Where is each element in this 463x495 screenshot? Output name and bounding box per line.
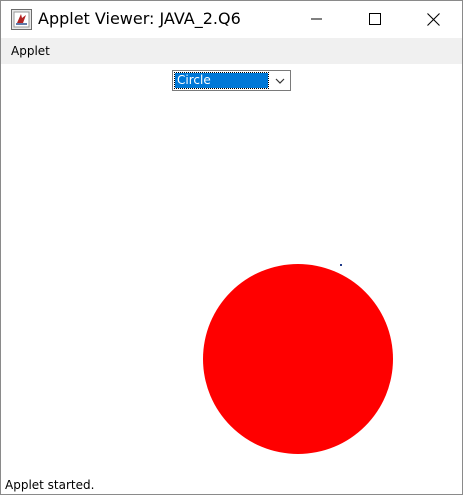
applet-viewer-window: Applet Viewer: JAVA_2.Q6 Applet Circle A… (0, 0, 463, 495)
close-button[interactable] (410, 1, 456, 37)
shape-choice-dropdown[interactable]: Circle (172, 70, 291, 91)
java-applet-icon (11, 9, 32, 30)
chevron-down-icon[interactable] (273, 74, 287, 88)
close-icon (426, 12, 440, 26)
maximize-icon (369, 13, 381, 25)
applet-canvas[interactable]: Circle (1, 64, 462, 474)
red-circle-shape (203, 264, 393, 454)
menu-bar: Applet (1, 38, 462, 64)
status-bar: Applet started. (1, 474, 462, 494)
shape-choice-selected[interactable]: Circle (174, 72, 269, 89)
minimize-icon (311, 18, 322, 20)
status-text: Applet started. (5, 478, 95, 492)
maximize-button[interactable] (352, 1, 398, 37)
minimize-button[interactable] (294, 1, 340, 37)
menu-applet[interactable]: Applet (11, 44, 50, 58)
title-bar[interactable]: Applet Viewer: JAVA_2.Q6 (1, 1, 462, 37)
window-title: Applet Viewer: JAVA_2.Q6 (38, 9, 241, 28)
stray-pixel-dot (340, 264, 342, 266)
